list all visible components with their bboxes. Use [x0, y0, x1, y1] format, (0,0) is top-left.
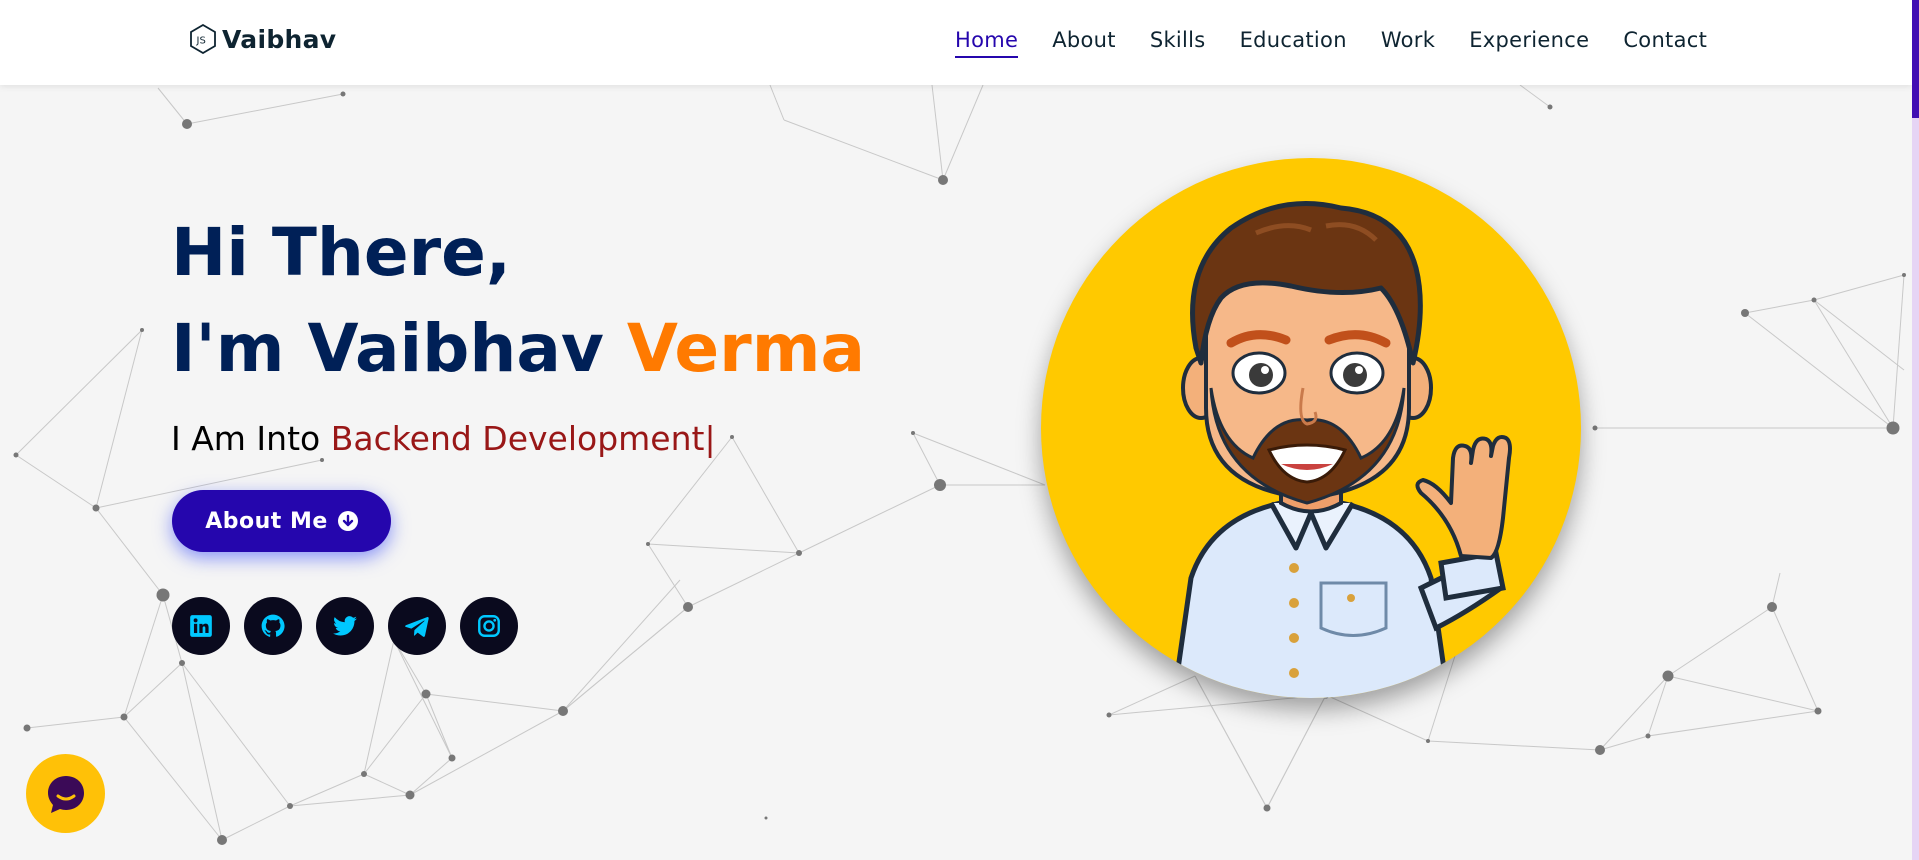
typing-prefix: I Am Into	[171, 419, 331, 458]
about-me-button[interactable]: About Me	[172, 490, 391, 552]
nodejs-hexagon-icon: JS	[190, 24, 216, 54]
github-link[interactable]	[244, 597, 302, 655]
linkedin-link[interactable]	[172, 597, 230, 655]
avatar	[1041, 158, 1581, 698]
chat-bubble-icon	[47, 775, 84, 813]
typing-text: Backend Development	[330, 419, 705, 458]
nav-skills[interactable]: Skills	[1150, 28, 1206, 58]
hero-name-highlight: Verma	[626, 310, 866, 387]
instagram-icon	[478, 615, 500, 637]
typing-line: I Am Into Backend Development|	[171, 419, 865, 458]
hero-section: Hi There, I'm Vaibhav Verma I Am Into Ba…	[171, 205, 865, 458]
github-icon	[261, 614, 285, 637]
hero-greeting-line: Hi There,	[171, 214, 511, 291]
nav-contact[interactable]: Contact	[1623, 28, 1707, 58]
arrow-circle-down-icon	[337, 511, 358, 531]
waving-cartoon-avatar	[1171, 201, 1512, 698]
navbar: JS Vaibhav Home About Skills Education W…	[0, 0, 1912, 85]
telegram-link[interactable]	[388, 597, 446, 655]
instagram-link[interactable]	[460, 597, 518, 655]
nav-home[interactable]: Home	[955, 28, 1019, 58]
nav-about[interactable]: About	[1052, 28, 1116, 58]
brand-logo[interactable]: JS Vaibhav	[190, 24, 336, 54]
typing-cursor: |	[704, 419, 716, 458]
main-nav: Home About Skills Education Work Experie…	[955, 28, 1741, 58]
scrollbar-thumb[interactable]	[1912, 0, 1919, 118]
nav-work[interactable]: Work	[1381, 28, 1435, 58]
hero-heading: Hi There, I'm Vaibhav Verma	[171, 205, 865, 397]
nav-experience[interactable]: Experience	[1469, 28, 1589, 58]
hero-name-prefix: I'm Vaibhav	[171, 310, 627, 387]
nav-education[interactable]: Education	[1240, 28, 1347, 58]
svg-text:JS: JS	[196, 36, 206, 47]
chat-widget-button[interactable]	[26, 754, 105, 833]
about-me-label: About Me	[205, 508, 328, 534]
linkedin-icon	[190, 615, 212, 637]
telegram-icon	[405, 617, 429, 637]
brand-name: Vaibhav	[222, 24, 337, 54]
social-links	[172, 597, 532, 655]
twitter-icon	[333, 616, 357, 636]
scrollbar-track[interactable]	[1912, 0, 1919, 860]
twitter-link[interactable]	[316, 597, 374, 655]
